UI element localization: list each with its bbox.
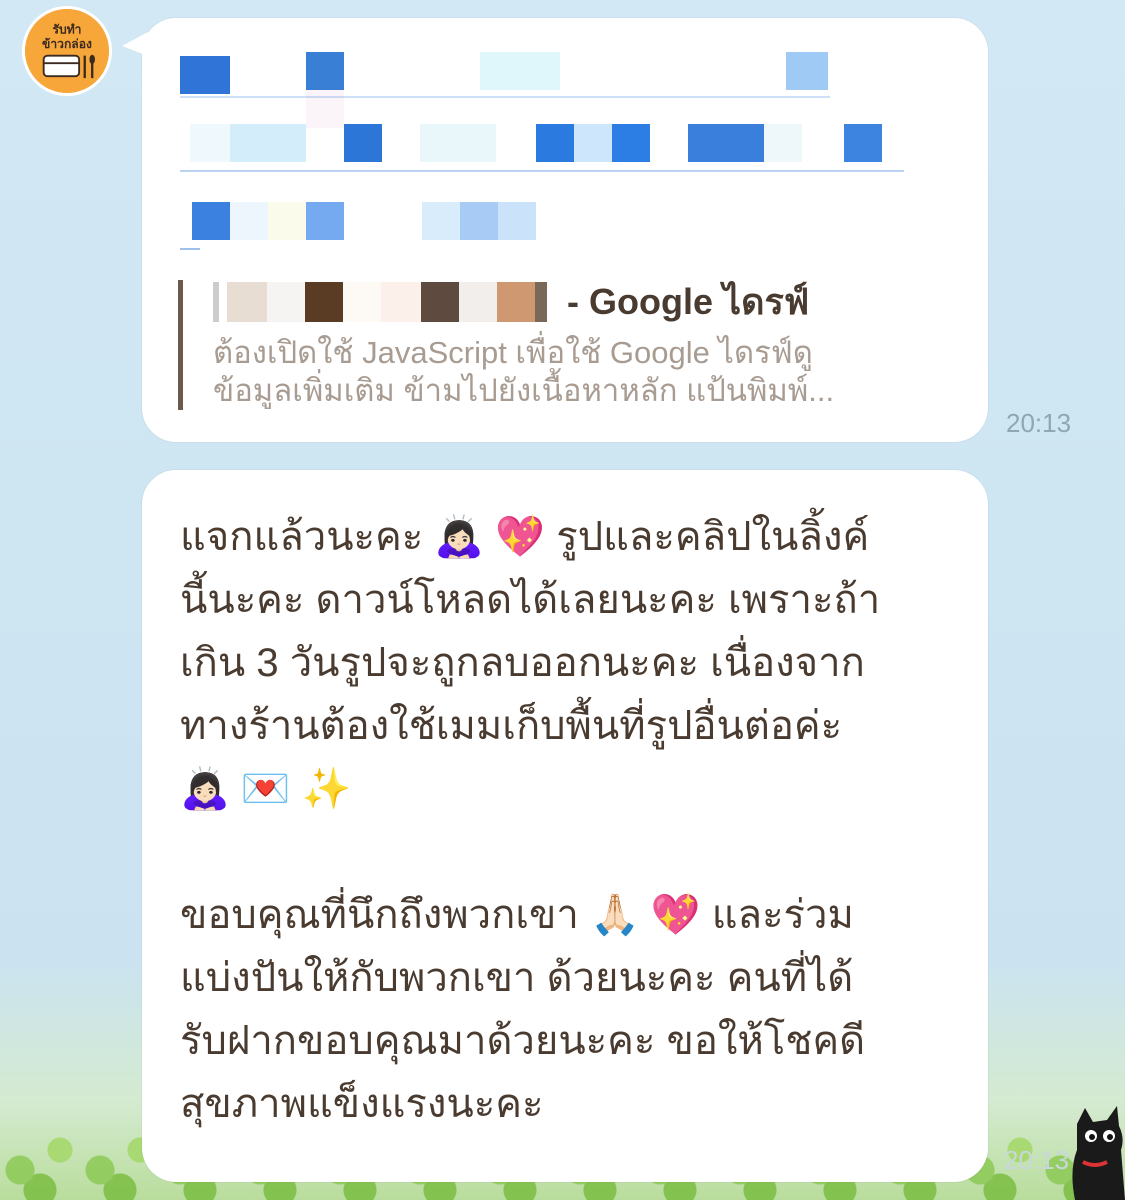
- message-text: แจกแล้วนะคะ 🙇🏻‍♀️ 💖 รูปและคลิปในลิ้งค์ น…: [180, 515, 881, 1126]
- svg-text:รับทำ: รับทำ: [52, 22, 81, 36]
- message-timestamp: 20:13: [1006, 408, 1072, 438]
- text-message-bubble[interactable]: แจกแล้วนะคะ 🙇🏻‍♀️ 💖 รูปและคลิปในลิ้งค์ น…: [142, 470, 988, 1182]
- black-cat-icon: [1072, 1106, 1125, 1200]
- sender-avatar[interactable]: รับทำ ข้าวกล่อง: [22, 6, 112, 96]
- link-preview-card[interactable]: - Google ไดรฟ์ ต้องเปิดใช้ JavaScript เพ…: [178, 280, 958, 410]
- cat-sticker-decoration: [1055, 1090, 1125, 1200]
- lunchbox-logo-icon: รับทำ ข้าวกล่อง: [25, 9, 109, 93]
- preview-title: - Google ไดรฟ์: [567, 281, 810, 322]
- link-message-bubble[interactable]: - Google ไดรฟ์ ต้องเปิดใช้ JavaScript เพ…: [122, 18, 988, 442]
- svg-text:ข้าวกล่อง: ข้าวกล่อง: [42, 37, 92, 51]
- bubble-tail: [122, 32, 148, 56]
- redacted-link-url[interactable]: [180, 52, 920, 262]
- preview-description: ต้องเปิดใช้ JavaScript เพื่อใช้ Google ไ…: [213, 335, 835, 408]
